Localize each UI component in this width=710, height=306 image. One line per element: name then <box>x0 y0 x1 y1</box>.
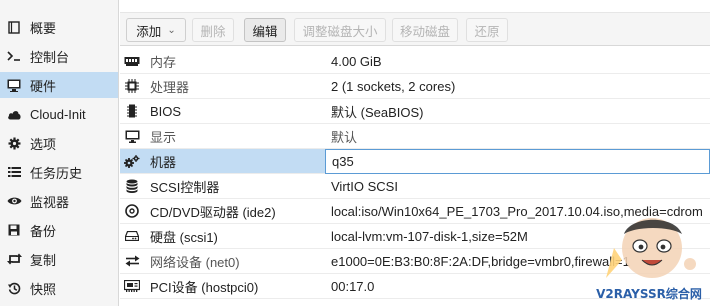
revert-button-label: 还原 <box>474 24 500 39</box>
move-disk-button[interactable]: 移动磁盘 <box>392 18 458 42</box>
memory-icon <box>124 53 140 69</box>
resize-disk-button[interactable]: 调整磁盘大小 <box>294 18 386 42</box>
retweet-icon <box>6 251 22 267</box>
edit-button-label: 编辑 <box>252 24 278 39</box>
hardware-row-machine[interactable]: 机器 q35 <box>120 149 710 174</box>
resize-disk-button-label: 调整磁盘大小 <box>302 24 378 39</box>
cloud-icon <box>6 106 22 122</box>
book-icon <box>6 19 22 35</box>
row-value: VirtIO SCSI <box>331 178 398 194</box>
sidebar-item-summary[interactable]: 概要 <box>0 14 118 40</box>
mascot-logo-icon <box>606 218 696 278</box>
row-key: 网络设备 (net0) <box>150 254 240 270</box>
microchip-icon <box>124 103 140 119</box>
row-key: 显示 <box>150 129 177 145</box>
cpu-icon <box>124 78 140 94</box>
exchange-icon <box>124 253 140 269</box>
row-key: SCSI控制器 <box>150 179 220 195</box>
database-icon <box>124 178 140 194</box>
row-value: 默认 <box>331 129 358 145</box>
row-key: 硬盘 (scsi1) <box>150 229 218 245</box>
sidebar-item-replication[interactable]: 复制 <box>0 246 118 272</box>
sidebar-item-backup[interactable]: 备份 <box>0 217 118 243</box>
cdrom-icon <box>124 203 140 219</box>
hardware-row-display[interactable]: 显示 默认 <box>120 124 710 149</box>
row-value: e1000=0E:B3:B0:8F:2A:DF,bridge=vmbr0,fir… <box>331 253 630 269</box>
sidebar-item-options[interactable]: 选项 <box>0 130 118 156</box>
gear-icon <box>6 135 22 151</box>
sidebar-item-label: 快照 <box>30 281 57 297</box>
row-key: 处理器 <box>150 79 190 95</box>
row-value: 2 (1 sockets, 2 cores) <box>331 78 456 94</box>
edit-button[interactable]: 编辑 <box>244 18 286 42</box>
sidebar-item-monitor[interactable]: 监视器 <box>0 188 118 214</box>
row-key: 机器 <box>150 154 177 170</box>
sidebar-item-snapshots[interactable]: 快照 <box>0 275 118 301</box>
hardware-row-processor[interactable]: 处理器 2 (1 sockets, 2 cores) <box>120 74 710 99</box>
chevron-down-icon: ⌄ <box>167 24 176 36</box>
revert-button[interactable]: 还原 <box>466 18 508 42</box>
sidebar-item-label: 任务历史 <box>30 165 83 181</box>
row-value: 4.00 GiB <box>331 53 382 69</box>
row-key: PCI设备 (hostpci0) <box>150 279 259 295</box>
watermark-text: V2RAYSSR综合网 <box>596 287 702 301</box>
row-value: local-lvm:vm-107-disk-1,size=52M <box>331 228 528 244</box>
sidebar-item-label: 硬件 <box>30 78 57 94</box>
hardware-row-memory[interactable]: 内存 4.00 GiB <box>120 49 710 74</box>
hdd-icon <box>124 228 140 244</box>
sidebar: 概要 控制台 硬件 Cloud-Init 选项 任务历史 监视器 备份 复制 快… <box>0 0 119 306</box>
floppy-icon <box>6 222 22 238</box>
monitor-icon <box>124 128 140 144</box>
sidebar-item-label: 复制 <box>30 252 57 268</box>
history-icon <box>6 280 22 296</box>
sidebar-item-label: 控制台 <box>30 49 70 65</box>
sidebar-item-label: 选项 <box>30 136 57 152</box>
row-key: CD/DVD驱动器 (ide2) <box>150 204 276 220</box>
sidebar-item-console[interactable]: 控制台 <box>0 43 118 69</box>
delete-button-label: 删除 <box>200 24 226 39</box>
eye-icon <box>6 193 22 209</box>
delete-button[interactable]: 删除 <box>192 18 234 42</box>
sidebar-item-label: 概要 <box>30 20 57 36</box>
desktop-icon <box>6 77 22 93</box>
row-value: q35 <box>332 154 354 169</box>
move-disk-button-label: 移动磁盘 <box>399 24 450 39</box>
list-icon <box>6 164 22 180</box>
sidebar-item-label: 监视器 <box>30 194 70 210</box>
sidebar-item-hardware[interactable]: 硬件 <box>0 72 118 98</box>
add-button[interactable]: 添加 ⌄ <box>126 18 186 42</box>
row-value: 00:17.0 <box>331 278 375 294</box>
hardware-row-bios[interactable]: BIOS 默认 (SeaBIOS) <box>120 99 710 124</box>
watermark: V2RAYSSR综合网 <box>590 208 708 304</box>
sidebar-item-label: Cloud-Init <box>30 106 86 122</box>
row-key: BIOS <box>150 103 182 119</box>
row-value: 默认 (SeaBIOS) <box>331 104 424 120</box>
sidebar-item-label: 备份 <box>30 223 57 239</box>
machine-value-cell[interactable]: q35 <box>325 149 710 174</box>
cogs-icon <box>124 153 140 169</box>
pci-card-icon <box>124 278 140 294</box>
hardware-row-scsi-controller[interactable]: SCSI控制器 VirtIO SCSI <box>120 174 710 199</box>
sidebar-item-cloud-init[interactable]: Cloud-Init <box>0 101 118 127</box>
add-button-label: 添加 <box>136 24 162 39</box>
row-key: 内存 <box>150 54 177 70</box>
terminal-icon <box>6 48 22 64</box>
sidebar-item-task-history[interactable]: 任务历史 <box>0 159 118 185</box>
hardware-toolbar: 添加 ⌄ 删除 编辑 调整磁盘大小 移动磁盘 还原 <box>120 12 710 46</box>
